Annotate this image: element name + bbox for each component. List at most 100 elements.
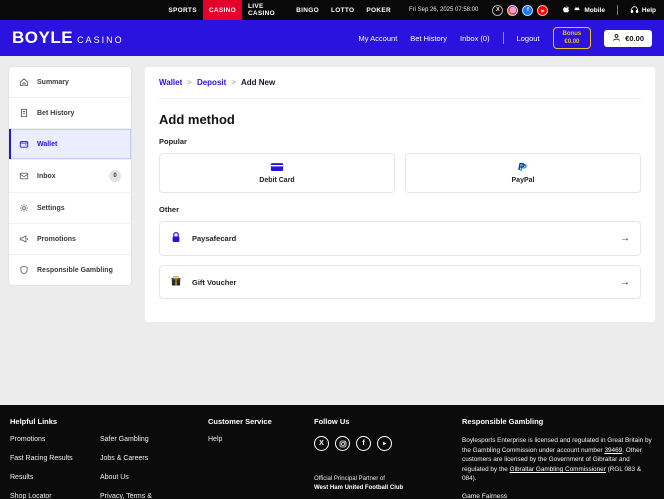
bonus-label: Bonus bbox=[563, 30, 582, 38]
sidebar-item-bet-history[interactable]: Bet History bbox=[9, 98, 131, 129]
top-nav: SPORTS CASINO LIVE CASINO BINGO LOTTO PO… bbox=[162, 0, 397, 20]
footer-social-icons: X f bbox=[314, 436, 452, 451]
footer-link-results[interactable]: Results bbox=[10, 474, 92, 481]
mobile-apps-link[interactable]: Mobile bbox=[562, 5, 605, 15]
partner-note: Official Principal Partner of West Ham U… bbox=[314, 475, 452, 493]
sidebar-item-settings[interactable]: Settings bbox=[9, 193, 131, 224]
topbar-social-icons: X f ▶ bbox=[492, 5, 548, 16]
breadcrumb-separator: > bbox=[187, 78, 192, 87]
person-icon bbox=[612, 33, 621, 44]
topnav-poker[interactable]: POKER bbox=[360, 0, 397, 20]
sidebar-item-label: Responsible Gambling bbox=[37, 267, 113, 274]
popular-methods: Debit Card PP PayPal bbox=[159, 153, 641, 193]
footer-responsible-gambling: Responsible Gambling Boylesports Enterpr… bbox=[462, 417, 654, 499]
topnav-bingo[interactable]: BINGO bbox=[290, 0, 325, 20]
topnav-sports[interactable]: SPORTS bbox=[162, 0, 203, 20]
arrow-right-icon: → bbox=[620, 233, 630, 244]
logo-primary-text: BOYLE bbox=[12, 28, 73, 48]
main-panel: Wallet > Deposit > Add New Add method Po… bbox=[144, 66, 656, 405]
footer-follow-us: Follow Us X f Official Principal Partner… bbox=[314, 417, 452, 499]
customer-service-links: Help bbox=[208, 436, 304, 443]
topnav-casino[interactable]: CASINO bbox=[203, 0, 242, 20]
help-label: Help bbox=[642, 7, 656, 14]
x-icon[interactable]: X bbox=[492, 5, 503, 16]
footer-link-safer-gambling[interactable]: Safer Gambling bbox=[100, 436, 182, 443]
header-divider bbox=[503, 32, 504, 44]
footer-link-privacy-terms[interactable]: Privacy, Terms & bbox=[100, 493, 182, 499]
popular-section-label: Popular bbox=[159, 137, 641, 146]
breadcrumb-wallet[interactable]: Wallet bbox=[159, 78, 182, 87]
bet-history-link[interactable]: Bet History bbox=[410, 34, 447, 43]
shield-icon bbox=[19, 265, 29, 275]
sidebar-item-responsible-gambling[interactable]: Responsible Gambling bbox=[9, 255, 131, 285]
method-paysafecard[interactable]: Paysafecard → bbox=[159, 221, 641, 256]
inbox-badge: 0 bbox=[109, 170, 121, 182]
method-label: PayPal bbox=[512, 177, 535, 184]
facebook-icon[interactable]: f bbox=[522, 5, 533, 16]
topnav-live-casino[interactable]: LIVE CASINO bbox=[242, 0, 290, 20]
account-number-link[interactable]: 39469 bbox=[604, 447, 622, 454]
logout-link[interactable]: Logout bbox=[517, 34, 540, 43]
game-fairness-link[interactable]: Game Fairness bbox=[462, 493, 507, 499]
paysafecard-icon bbox=[170, 231, 182, 246]
footer-link-jobs-careers[interactable]: Jobs & Careers bbox=[100, 455, 182, 462]
responsible-gambling-title: Responsible Gambling bbox=[462, 417, 654, 426]
boyle-casino-logo[interactable]: BOYLE CASINO bbox=[12, 28, 124, 48]
gibraltar-commissioner-link[interactable]: Gibraltar Gambling Commissioner bbox=[510, 466, 606, 473]
helpful-links-title: Helpful Links bbox=[10, 417, 198, 426]
facebook-icon[interactable]: f bbox=[356, 436, 371, 451]
mobile-label: Mobile bbox=[584, 7, 605, 14]
follow-us-title: Follow Us bbox=[314, 417, 452, 426]
youtube-icon[interactable] bbox=[377, 436, 392, 451]
breadcrumb-deposit[interactable]: Deposit bbox=[197, 78, 226, 87]
main-header: BOYLE CASINO My Account Bet History Inbo… bbox=[0, 20, 664, 56]
logo-secondary-text: CASINO bbox=[77, 35, 124, 45]
breadcrumb: Wallet > Deposit > Add New bbox=[159, 67, 641, 99]
arrow-right-icon: → bbox=[620, 277, 630, 288]
content-area: Summary Bet History Wallet Inbox 0 Set bbox=[0, 56, 664, 405]
method-debit-card[interactable]: Debit Card bbox=[159, 153, 395, 193]
android-icon bbox=[573, 5, 581, 15]
sidebar-item-inbox[interactable]: Inbox 0 bbox=[9, 160, 131, 193]
receipt-icon bbox=[19, 108, 29, 118]
topnav-lotto[interactable]: LOTTO bbox=[325, 0, 360, 20]
footer-link-fast-racing-results[interactable]: Fast Racing Results bbox=[10, 455, 92, 462]
footer-link-help[interactable]: Help bbox=[208, 436, 304, 443]
breadcrumb-separator: > bbox=[231, 78, 236, 87]
add-method-card: Wallet > Deposit > Add New Add method Po… bbox=[144, 66, 656, 323]
footer-helpful-links: Helpful Links Promotions Safer Gambling … bbox=[10, 417, 198, 499]
breadcrumb-current: Add New bbox=[241, 78, 275, 87]
instagram-icon[interactable] bbox=[507, 5, 518, 16]
footer-link-shop-locator[interactable]: Shop Locator bbox=[10, 493, 92, 499]
partner-line: Official Principal Partner of bbox=[314, 475, 452, 484]
paypal-p-front: P bbox=[518, 163, 525, 173]
method-gift-voucher[interactable]: Gift Voucher → bbox=[159, 265, 641, 299]
bonus-button[interactable]: Bonus €0.00 bbox=[553, 27, 592, 50]
footer-link-about-us[interactable]: About Us bbox=[100, 474, 182, 481]
apple-icon bbox=[562, 5, 570, 15]
megaphone-icon bbox=[19, 234, 29, 244]
my-account-link[interactable]: My Account bbox=[359, 34, 398, 43]
footer-link-promotions[interactable]: Promotions bbox=[10, 436, 92, 443]
instagram-icon[interactable] bbox=[335, 436, 350, 451]
debit-card-icon bbox=[270, 162, 284, 174]
balance-button[interactable]: €0.00 bbox=[604, 30, 652, 47]
sidebar-item-promotions[interactable]: Promotions bbox=[9, 224, 131, 255]
balance-value: €0.00 bbox=[625, 34, 644, 43]
topbar-divider bbox=[617, 5, 618, 15]
method-label: Paysafecard bbox=[192, 234, 236, 243]
sidebar-item-label: Wallet bbox=[37, 141, 57, 148]
partner-club: West Ham United Football Club bbox=[314, 484, 452, 493]
help-link[interactable]: Help bbox=[630, 5, 656, 16]
footer: Helpful Links Promotions Safer Gambling … bbox=[0, 405, 664, 499]
sidebar-item-wallet[interactable]: Wallet bbox=[9, 129, 131, 160]
other-section-label: Other bbox=[159, 205, 641, 214]
sidebar-item-label: Summary bbox=[37, 79, 69, 86]
method-paypal[interactable]: PP PayPal bbox=[405, 153, 641, 193]
sidebar-item-label: Inbox bbox=[37, 173, 56, 180]
inbox-link[interactable]: Inbox (0) bbox=[460, 34, 490, 43]
sidebar-item-summary[interactable]: Summary bbox=[9, 67, 131, 98]
method-label: Debit Card bbox=[259, 177, 294, 184]
x-icon[interactable]: X bbox=[314, 436, 329, 451]
youtube-icon[interactable]: ▶ bbox=[537, 5, 548, 16]
